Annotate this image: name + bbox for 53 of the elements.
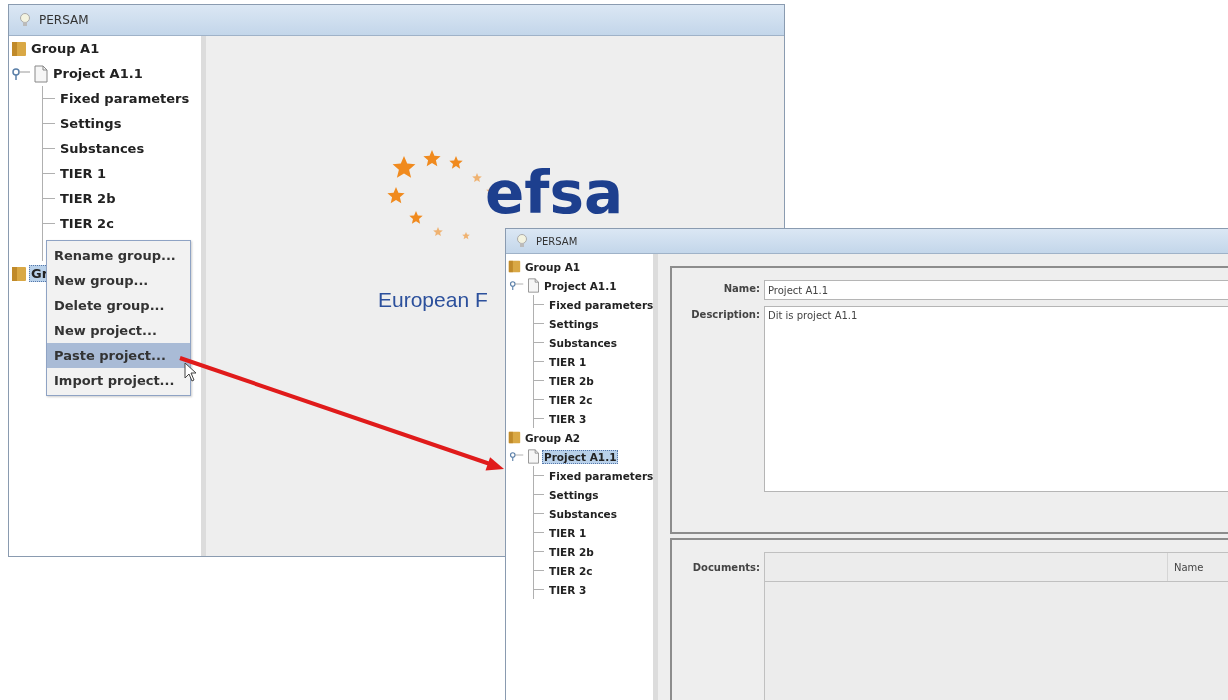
tree-item[interactable]: TIER 2b — [547, 373, 596, 388]
tree-item[interactable]: TIER 2c — [547, 563, 595, 578]
tree-item[interactable]: TIER 3 — [547, 411, 589, 426]
tree-item[interactable]: Group A1 — [523, 259, 583, 274]
tree-item[interactable]: Fixed parameters — [58, 90, 192, 107]
field-label: Description: — [690, 308, 760, 322]
window-title: PERSAM — [536, 235, 578, 247]
folder-icon — [508, 431, 521, 444]
menu-item[interactable]: Rename group... — [47, 243, 190, 268]
folder-icon — [11, 40, 27, 57]
tree-item[interactable]: TIER 2c — [547, 392, 595, 407]
cursor-icon — [184, 362, 198, 382]
tree-item[interactable]: Settings — [547, 316, 601, 331]
column-header[interactable]: Name — [1167, 553, 1228, 581]
tree-item[interactable]: TIER 3 — [547, 582, 589, 597]
menu-item[interactable]: Paste project... — [47, 343, 190, 368]
document-icon — [33, 64, 49, 83]
app-icon — [19, 13, 31, 27]
field-label: Name: — [722, 282, 760, 296]
tree-item[interactable]: Substances — [547, 335, 619, 350]
tree-item[interactable]: Project A1.1 — [51, 65, 145, 82]
tree-item[interactable]: Group A1 — [29, 40, 102, 57]
folder-icon — [508, 260, 521, 273]
tree-item[interactable]: TIER 2b — [547, 544, 596, 559]
logo-subtitle: European F — [378, 288, 488, 312]
tree-item[interactable]: TIER 2b — [58, 190, 118, 207]
expand-handle-icon[interactable] — [509, 281, 524, 290]
document-icon — [527, 278, 540, 293]
tree-item[interactable]: Group A2 — [523, 430, 583, 445]
tree-item[interactable]: Substances — [547, 506, 619, 521]
field-label: Documents: — [691, 561, 760, 575]
expand-handle-icon[interactable] — [12, 67, 30, 80]
name-field[interactable]: Project A1.1 — [764, 280, 1228, 300]
tree-item[interactable]: TIER 1 — [547, 354, 589, 369]
tree-item[interactable]: Project A1.1 — [542, 449, 619, 464]
tree-item[interactable]: Fixed parameters — [547, 297, 656, 312]
tree-item[interactable]: Substances — [58, 140, 147, 157]
description-field[interactable]: Dit is project A1.1 — [764, 306, 1228, 492]
tree-item[interactable]: Project A1.1 — [542, 278, 619, 293]
window-title: PERSAM — [39, 13, 89, 27]
menu-item[interactable]: Delete group... — [47, 293, 190, 318]
logo-text: efsa — [485, 164, 624, 222]
folder-icon — [11, 265, 27, 282]
document-icon — [527, 449, 540, 464]
tree-item[interactable]: Settings — [547, 487, 601, 502]
tree-item[interactable]: TIER 1 — [58, 165, 109, 182]
app-icon — [516, 234, 528, 248]
tree-item[interactable]: Settings — [58, 115, 124, 132]
tree-item[interactable]: TIER 2c — [58, 215, 116, 232]
menu-item[interactable]: New project... — [47, 318, 190, 343]
tree-item[interactable]: Fixed parameters — [547, 468, 656, 483]
expand-handle-icon[interactable] — [509, 452, 524, 461]
tree-item[interactable]: TIER 1 — [547, 525, 589, 540]
